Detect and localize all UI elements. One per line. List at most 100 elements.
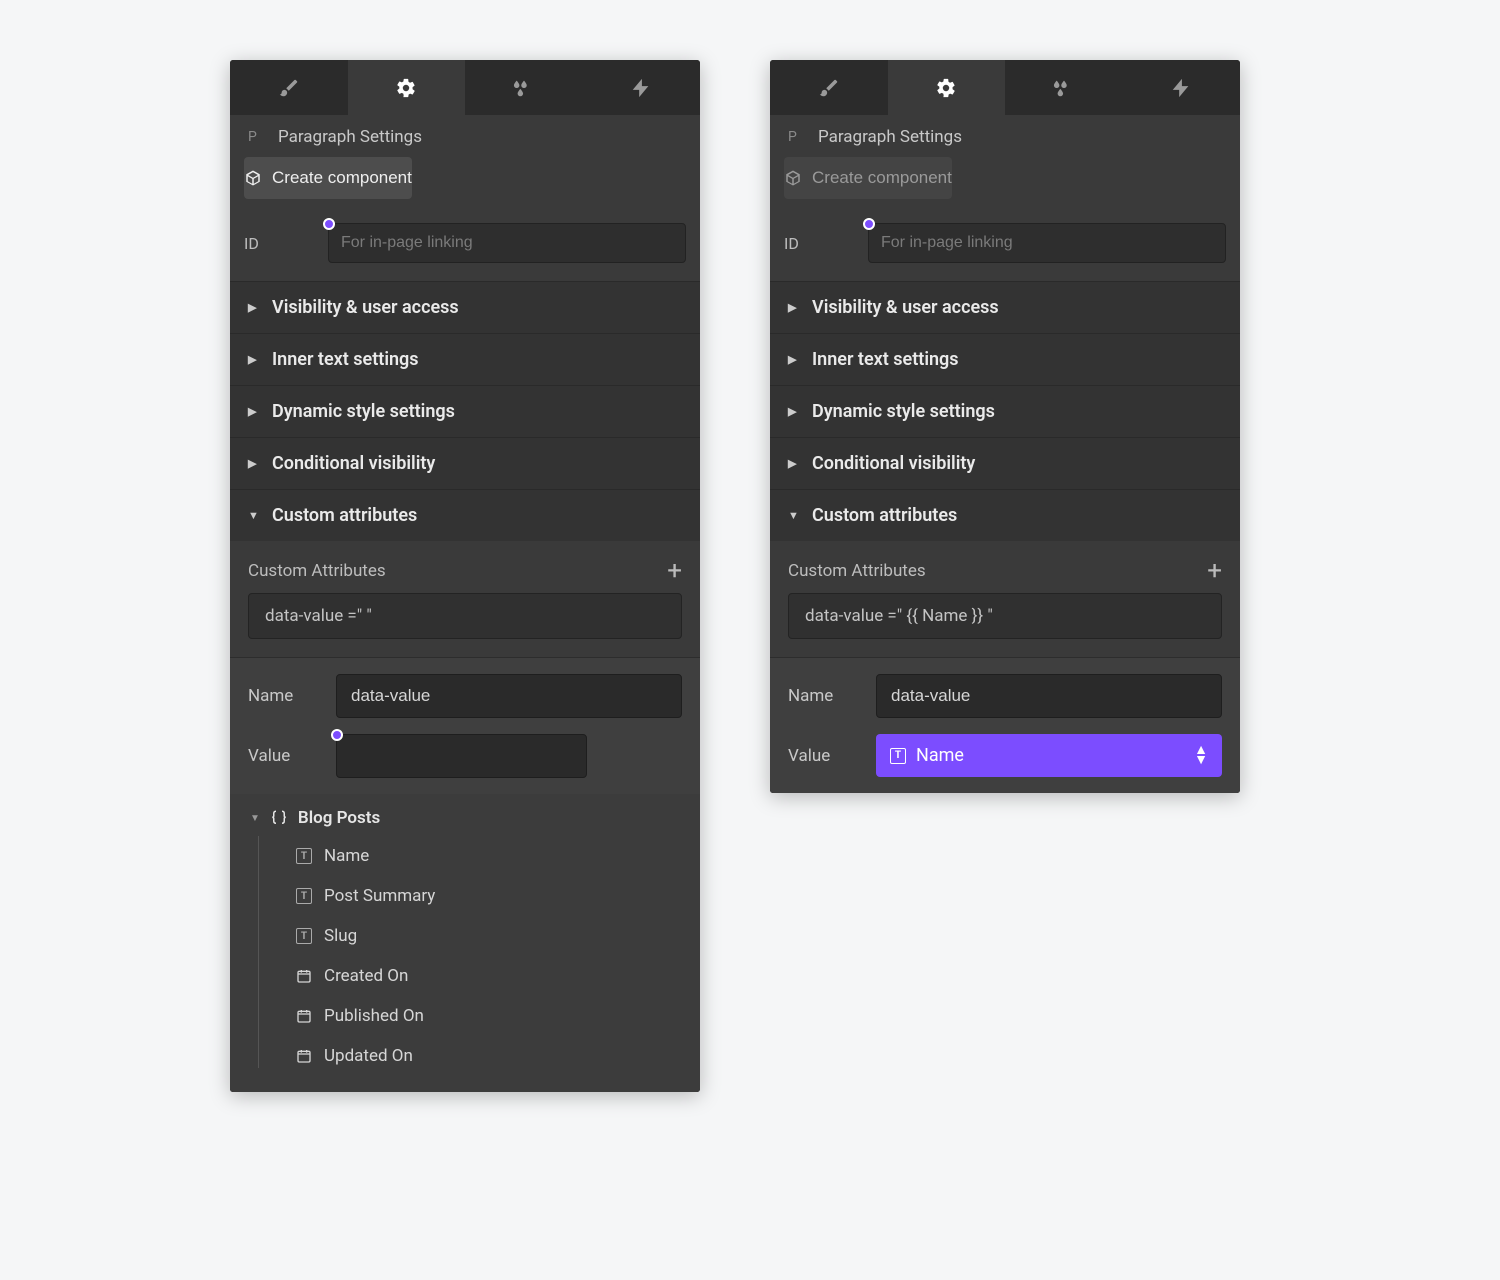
gear-icon — [935, 77, 957, 99]
text-field-icon: T — [890, 748, 906, 764]
paragraph-icon: P — [248, 129, 266, 145]
id-row: ID — [770, 213, 1240, 281]
panel-tabs — [770, 60, 1240, 115]
select-arrows-icon: ▲▼ — [1194, 746, 1208, 766]
field-item-slug[interactable]: T Slug — [276, 916, 700, 956]
value-label: Value — [788, 746, 858, 766]
attribute-entry[interactable]: data-value =" " — [248, 593, 682, 639]
attribute-name-input[interactable] — [876, 674, 1222, 718]
section-header-conditional[interactable]: ▶ Conditional visibility — [230, 438, 700, 489]
section-header-dynamic-style[interactable]: ▶ Dynamic style settings — [770, 386, 1240, 437]
custom-attributes-body: Custom Attributes + data-value =" {{ Nam… — [770, 541, 1240, 657]
binding-indicator-dot[interactable] — [863, 218, 875, 230]
create-component-button[interactable]: Create component — [784, 157, 952, 199]
caret-right-icon: ▶ — [248, 457, 260, 470]
tab-interactions[interactable] — [583, 60, 701, 115]
calendar-icon — [296, 968, 312, 984]
section-header-visibility[interactable]: ▶ Visibility & user access — [230, 282, 700, 333]
tab-settings[interactable] — [888, 60, 1006, 115]
create-component-button[interactable]: Create component — [244, 157, 412, 199]
caret-down-icon: ▼ — [248, 509, 260, 522]
calendar-icon — [296, 1048, 312, 1064]
attribute-name-input[interactable] — [336, 674, 682, 718]
id-label: ID — [244, 234, 308, 253]
gear-icon — [395, 77, 417, 99]
collection-root[interactable]: ▼ Blog Posts — [230, 800, 700, 836]
cube-icon — [244, 169, 262, 187]
panel-title: Paragraph Settings — [278, 127, 422, 147]
binding-indicator-dot[interactable] — [323, 218, 335, 230]
name-label: Name — [788, 686, 858, 706]
id-label: ID — [784, 234, 848, 253]
caret-right-icon: ▶ — [248, 353, 260, 366]
caret-down-icon: ▼ — [788, 509, 800, 522]
field-list: T Name T Post Summary T Slug Created On — [230, 836, 700, 1076]
custom-attributes-heading: Custom Attributes — [248, 561, 386, 581]
attribute-editor: Name Value T Name ▲▼ — [770, 657, 1240, 793]
tab-interactions[interactable] — [1123, 60, 1241, 115]
lightning-icon — [1170, 77, 1192, 99]
section-header-visibility[interactable]: ▶ Visibility & user access — [770, 282, 1240, 333]
section-header-conditional[interactable]: ▶ Conditional visibility — [770, 438, 1240, 489]
caret-right-icon: ▶ — [248, 301, 260, 314]
lightning-icon — [630, 77, 652, 99]
panel-title: Paragraph Settings — [818, 127, 962, 147]
collection-name: Blog Posts — [298, 808, 380, 828]
section-inner-text: ▶ Inner text settings — [770, 333, 1240, 385]
caret-right-icon: ▶ — [788, 405, 800, 418]
calendar-icon — [296, 1008, 312, 1024]
section-visibility: ▶ Visibility & user access — [770, 281, 1240, 333]
custom-attributes-body: Custom Attributes + data-value =" " — [230, 541, 700, 657]
section-conditional: ▶ Conditional visibility — [230, 437, 700, 489]
field-item-post-summary[interactable]: T Post Summary — [276, 876, 700, 916]
add-attribute-button[interactable]: + — [1207, 565, 1222, 578]
section-custom-attributes: ▼ Custom attributes Custom Attributes + … — [770, 489, 1240, 793]
text-field-icon: T — [296, 888, 312, 904]
section-header-custom-attributes[interactable]: ▼ Custom attributes — [770, 490, 1240, 541]
tab-effects[interactable] — [465, 60, 583, 115]
braces-icon — [270, 809, 288, 827]
settings-panel-right: P Paragraph Settings Create component ID… — [770, 60, 1240, 793]
cube-icon — [784, 169, 802, 187]
section-header-inner-text[interactable]: ▶ Inner text settings — [770, 334, 1240, 385]
add-attribute-button[interactable]: + — [667, 565, 682, 578]
name-label: Name — [248, 686, 318, 706]
section-header-inner-text[interactable]: ▶ Inner text settings — [230, 334, 700, 385]
id-input[interactable] — [868, 223, 1226, 263]
tab-settings[interactable] — [348, 60, 466, 115]
tab-effects[interactable] — [1005, 60, 1123, 115]
section-header-custom-attributes[interactable]: ▼ Custom attributes — [230, 490, 700, 541]
tab-style[interactable] — [770, 60, 888, 115]
droplets-icon — [1053, 77, 1075, 99]
caret-right-icon: ▶ — [788, 457, 800, 470]
field-item-name[interactable]: T Name — [276, 836, 700, 876]
attribute-entry[interactable]: data-value =" {{ Name }} " — [788, 593, 1222, 639]
text-field-icon: T — [296, 928, 312, 944]
field-picker-dropdown: ▼ Blog Posts T Name T Post Summary T Slu… — [230, 794, 700, 1092]
paragraph-icon: P — [788, 129, 806, 145]
binding-indicator-dot[interactable] — [331, 729, 343, 741]
field-item-published-on[interactable]: Published On — [276, 996, 700, 1036]
brush-icon — [278, 77, 300, 99]
section-header-dynamic-style[interactable]: ▶ Dynamic style settings — [230, 386, 700, 437]
section-custom-attributes: ▼ Custom attributes Custom Attributes + … — [230, 489, 700, 1092]
panel-tabs — [230, 60, 700, 115]
caret-right-icon: ▶ — [248, 405, 260, 418]
field-item-updated-on[interactable]: Updated On — [276, 1036, 700, 1076]
caret-right-icon: ▶ — [788, 301, 800, 314]
caret-right-icon: ▶ — [788, 353, 800, 366]
attribute-value-select[interactable]: T Name ▲▼ — [876, 734, 1222, 777]
droplets-icon — [513, 77, 535, 99]
attribute-value-input[interactable] — [336, 734, 587, 778]
id-row: ID — [230, 213, 700, 281]
panel-header: P Paragraph Settings — [770, 115, 1240, 157]
attribute-editor: Name Value — [230, 657, 700, 794]
section-inner-text: ▶ Inner text settings — [230, 333, 700, 385]
brush-icon — [818, 77, 840, 99]
id-input[interactable] — [328, 223, 686, 263]
field-item-created-on[interactable]: Created On — [276, 956, 700, 996]
tab-style[interactable] — [230, 60, 348, 115]
text-field-icon: T — [296, 848, 312, 864]
section-conditional: ▶ Conditional visibility — [770, 437, 1240, 489]
custom-attributes-heading: Custom Attributes — [788, 561, 926, 581]
